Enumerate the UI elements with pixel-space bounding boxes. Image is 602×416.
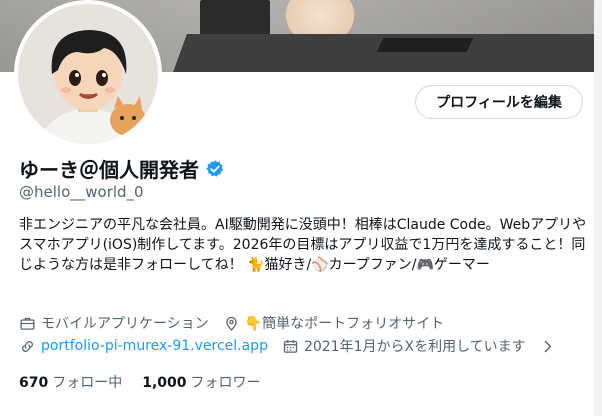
followers-label: フォロワー (190, 375, 261, 391)
meta-row-1: モバイルアプリケーション 👇簡単なポートフォリオサイト (19, 313, 458, 333)
follow-stats: 670 フォロー中 1,000 フォロワー (19, 372, 261, 392)
joined-item[interactable]: 2021年1月からXを利用しています (282, 336, 556, 356)
display-name: ゆーき＠個人開発者 (19, 158, 199, 182)
calendar-icon (283, 339, 298, 353)
joined-label: 2021年1月からXを利用しています (303, 339, 526, 355)
following-link[interactable]: 670 フォロー中 (19, 372, 122, 392)
edit-profile-button[interactable]: プロフィールを編集 (415, 85, 583, 119)
following-count: 670 (19, 375, 49, 391)
followers-link[interactable]: 1,000 フォロワー (142, 372, 260, 392)
chevron-right-icon[interactable] (539, 338, 556, 355)
banner-monitor (200, 0, 270, 36)
category-label: モバイルアプリケーション (41, 316, 209, 332)
avatar[interactable] (14, 0, 162, 148)
handle: @hello__world_0 (19, 183, 144, 201)
link-icon (22, 340, 33, 352)
briefcase-icon (20, 317, 35, 330)
avatar-illustration (18, 4, 158, 144)
meta-row-2: portfolio-pi-murex-91.vercel.app 2021年1月… (19, 336, 570, 356)
location-item: 👇簡単なポートフォリオサイト (223, 313, 444, 333)
verified-badge-icon[interactable] (205, 159, 225, 179)
location-label: 👇簡単なポートフォリオサイト (244, 316, 445, 332)
following-label: フォロー中 (52, 375, 123, 391)
category-item: モバイルアプリケーション (19, 313, 209, 333)
name-row: ゆーき＠個人開発者 (19, 154, 225, 183)
website-link[interactable]: portfolio-pi-murex-91.vercel.app (41, 338, 268, 354)
website-item[interactable]: portfolio-pi-murex-91.vercel.app (19, 338, 268, 355)
banner-laptop (376, 38, 474, 52)
location-pin-icon (225, 316, 237, 331)
followers-count: 1,000 (142, 375, 187, 391)
scrollbar[interactable] (594, 0, 602, 416)
bio: 非エンジニアの平凡な会社員。AI駆動開発に没頭中！相棒はClaude Code。… (19, 217, 587, 273)
